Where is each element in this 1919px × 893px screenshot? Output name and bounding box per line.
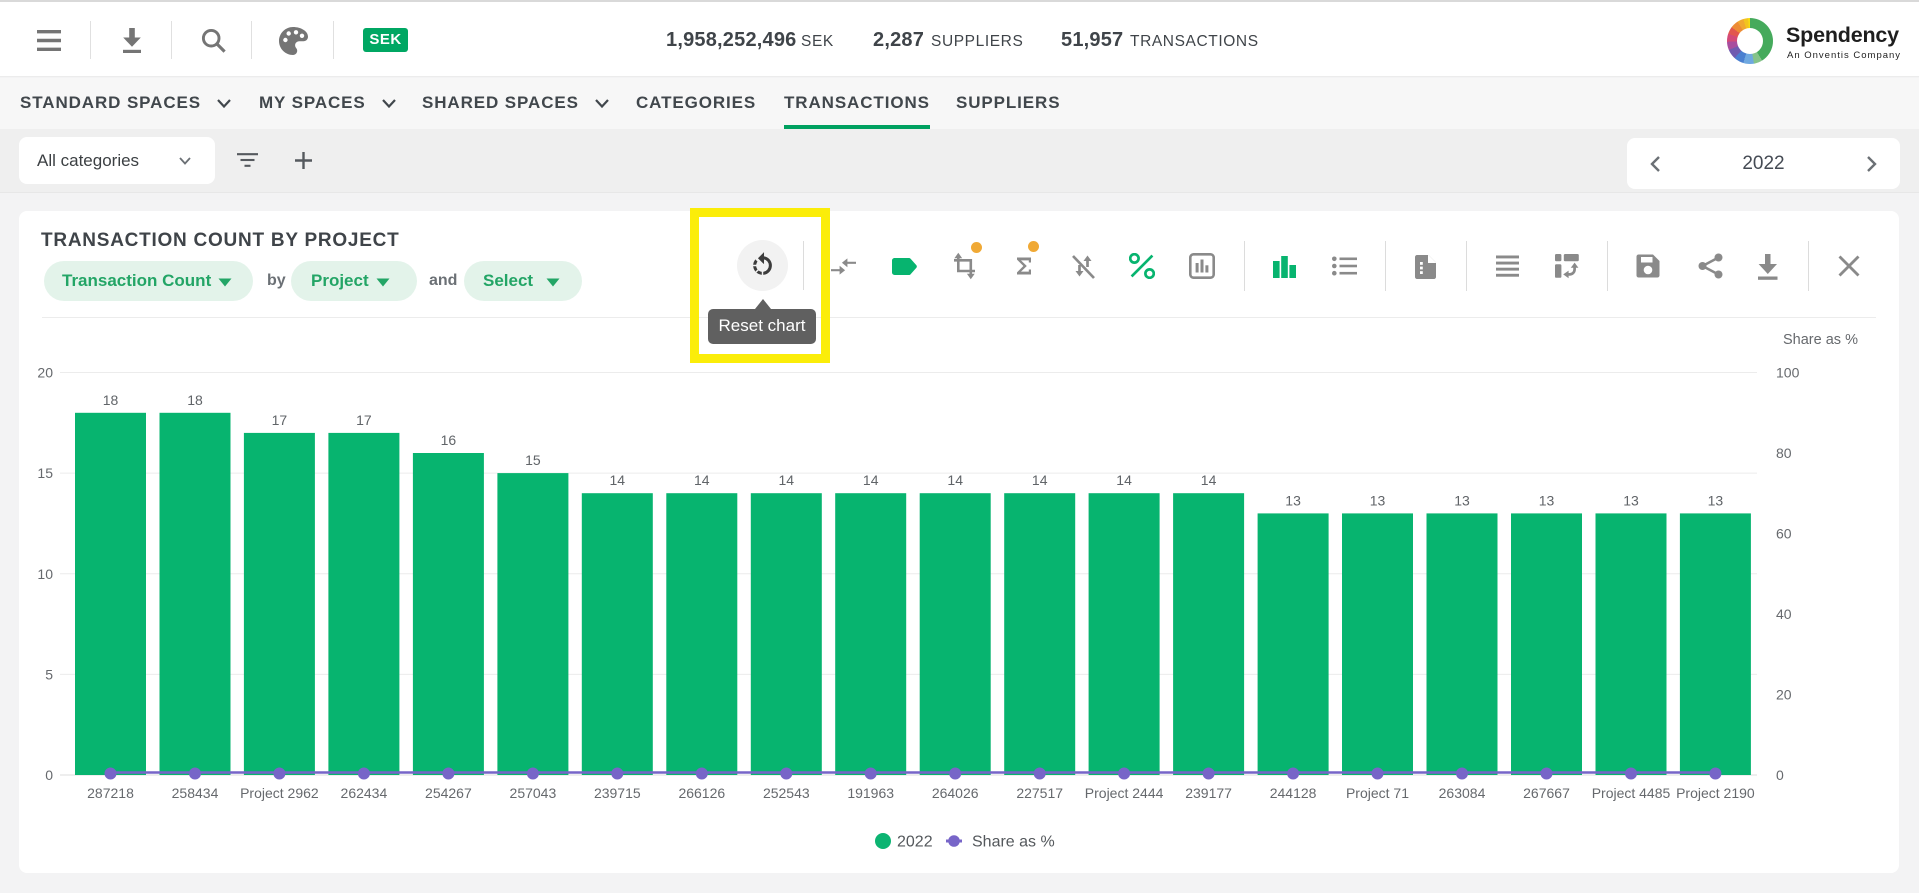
svg-text:244128: 244128 bbox=[1270, 785, 1317, 801]
svg-text:Share as %: Share as % bbox=[1783, 332, 1858, 348]
svg-text:14: 14 bbox=[1032, 472, 1048, 488]
svg-text:40: 40 bbox=[1776, 606, 1792, 622]
svg-text:100: 100 bbox=[1776, 365, 1800, 381]
svg-text:267667: 267667 bbox=[1523, 785, 1570, 801]
svg-text:18: 18 bbox=[187, 392, 203, 408]
svg-text:264026: 264026 bbox=[932, 785, 979, 801]
svg-text:Project 2962: Project 2962 bbox=[240, 785, 319, 801]
svg-text:80: 80 bbox=[1776, 445, 1792, 461]
svg-text:15: 15 bbox=[525, 452, 541, 468]
svg-text:Project 2444: Project 2444 bbox=[1085, 785, 1164, 801]
svg-text:14: 14 bbox=[694, 472, 710, 488]
svg-text:263084: 263084 bbox=[1439, 785, 1486, 801]
svg-text:13: 13 bbox=[1539, 492, 1555, 508]
svg-text:13: 13 bbox=[1623, 492, 1639, 508]
svg-text:0: 0 bbox=[1776, 767, 1784, 783]
svg-text:227517: 227517 bbox=[1016, 785, 1063, 801]
svg-text:262434: 262434 bbox=[341, 785, 388, 801]
svg-text:13: 13 bbox=[1285, 492, 1301, 508]
svg-text:239177: 239177 bbox=[1185, 785, 1232, 801]
svg-text:191963: 191963 bbox=[847, 785, 894, 801]
svg-text:5: 5 bbox=[45, 666, 53, 682]
svg-text:15: 15 bbox=[37, 465, 53, 481]
svg-text:252543: 252543 bbox=[763, 785, 810, 801]
svg-text:Project 71: Project 71 bbox=[1346, 785, 1409, 801]
svg-text:60: 60 bbox=[1776, 526, 1792, 542]
svg-text:17: 17 bbox=[272, 412, 288, 428]
svg-text:254267: 254267 bbox=[425, 785, 472, 801]
svg-text:16: 16 bbox=[441, 432, 457, 448]
svg-text:13: 13 bbox=[1708, 492, 1724, 508]
svg-text:14: 14 bbox=[610, 472, 626, 488]
svg-text:Project 2190: Project 2190 bbox=[1676, 785, 1755, 801]
svg-text:266126: 266126 bbox=[678, 785, 725, 801]
svg-text:287218: 287218 bbox=[87, 785, 134, 801]
svg-text:10: 10 bbox=[37, 566, 53, 582]
svg-text:14: 14 bbox=[947, 472, 963, 488]
svg-text:239715: 239715 bbox=[594, 785, 641, 801]
svg-text:258434: 258434 bbox=[172, 785, 219, 801]
svg-text:Project 4485: Project 4485 bbox=[1592, 785, 1671, 801]
svg-text:2022: 2022 bbox=[897, 834, 933, 851]
svg-text:17: 17 bbox=[356, 412, 372, 428]
svg-text:14: 14 bbox=[863, 472, 879, 488]
svg-text:18: 18 bbox=[103, 392, 119, 408]
svg-text:14: 14 bbox=[1201, 472, 1217, 488]
svg-text:13: 13 bbox=[1454, 492, 1470, 508]
svg-text:14: 14 bbox=[779, 472, 795, 488]
svg-text:257043: 257043 bbox=[510, 785, 557, 801]
svg-text:20: 20 bbox=[37, 365, 53, 381]
svg-text:0: 0 bbox=[45, 767, 53, 783]
svg-text:14: 14 bbox=[1116, 472, 1132, 488]
svg-text:13: 13 bbox=[1370, 492, 1386, 508]
svg-text:Share as %: Share as % bbox=[972, 834, 1055, 851]
svg-text:20: 20 bbox=[1776, 687, 1792, 703]
